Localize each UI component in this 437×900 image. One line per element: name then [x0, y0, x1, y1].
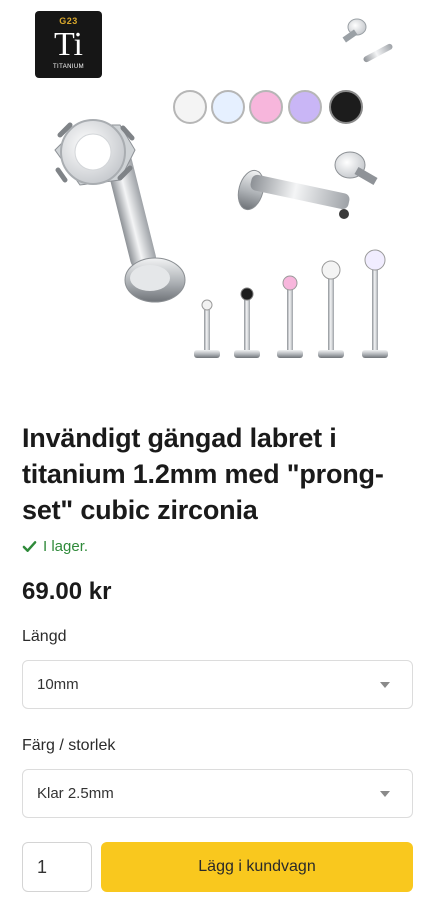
main-labret-image — [54, 119, 186, 303]
product-image[interactable]: G23 Ti TITANIUM — [0, 0, 437, 400]
stock-status: I lager. — [22, 538, 88, 555]
product-title: Invändigt gängad labret i titanium 1.2mm… — [22, 423, 384, 525]
titanium-badge: G23 Ti TITANIUM — [35, 11, 102, 78]
flat-back-post-image — [237, 151, 378, 219]
screw-top-icon — [342, 18, 393, 63]
badge-symbol: Ti — [53, 26, 84, 63]
color-size-select[interactable]: Klar 2.5mm — [22, 769, 413, 818]
color-size-select-value: Klar 2.5mm — [37, 785, 114, 802]
chevron-down-icon — [380, 791, 390, 797]
add-to-cart-button[interactable]: Lägg i kundvagn — [101, 842, 413, 892]
stock-text: I lager. — [43, 538, 89, 555]
size-row-image — [194, 249, 388, 358]
badge-name: TITANIUM — [52, 64, 85, 70]
length-label: Längd — [22, 628, 67, 645]
product-price: 69.00 kr — [22, 578, 112, 605]
gem-color-row — [173, 90, 363, 124]
chevron-down-icon — [380, 682, 390, 688]
length-select[interactable]: 10mm — [22, 660, 413, 709]
checkmark-icon — [22, 541, 37, 552]
quantity-input[interactable] — [22, 842, 92, 892]
color-size-label: Färg / storlek — [22, 737, 116, 754]
length-select-value: 10mm — [37, 676, 79, 693]
